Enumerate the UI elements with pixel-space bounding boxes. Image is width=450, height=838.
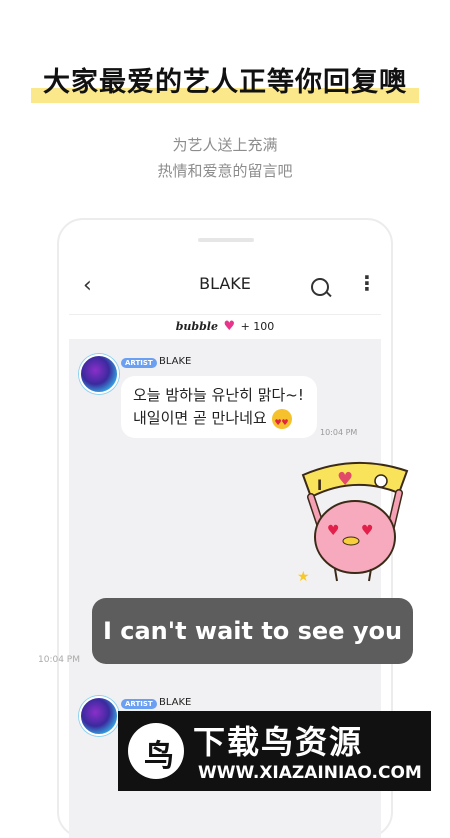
bubble-count-bar: bubble ♥ + 100: [69, 314, 381, 339]
svg-text:♥: ♥: [361, 523, 374, 539]
heart-eyes-emoji-icon: [271, 408, 292, 434]
watermark-banner: 鸟 下载鸟资源 WWW.XIAZAINIAO.COM: [118, 711, 431, 791]
svg-text:♥: ♥: [337, 469, 353, 490]
svg-text:I: I: [317, 478, 322, 494]
promo-subtitle-line1: 为艺人送上充满: [172, 136, 278, 154]
message-bubble: 오늘 밤하늘 유난히 맑다~! 내일이면 곧 만나네요: [121, 376, 317, 438]
reply-bubble: I can't wait to see you: [92, 598, 413, 664]
bubble-count: + 100: [240, 320, 275, 333]
artist-name: BLAKE: [159, 697, 192, 708]
chat-title: BLAKE: [199, 274, 251, 293]
logo-glyph: 鸟: [144, 739, 174, 774]
message-line-2: 내일이면 곧 만나네요: [133, 407, 305, 434]
phone-speaker: [198, 238, 254, 242]
bubble-brand: bubble: [175, 320, 218, 333]
message-time: 10:04 PM: [320, 428, 358, 437]
promo-subtitle-line2: 热情和爱意的留言吧: [157, 162, 293, 180]
search-icon[interactable]: [311, 278, 329, 296]
heart-icon: ♥: [223, 319, 236, 334]
watermark-title: 下载鸟资源: [193, 723, 364, 761]
artist-avatar[interactable]: [79, 696, 119, 736]
more-options-icon[interactable]: ⋮: [357, 272, 377, 294]
svg-text:♥: ♥: [327, 523, 340, 539]
promo-headline: 大家最爱的艺人正等你回复噢: [31, 60, 419, 103]
artist-badge: ARTIST: [121, 699, 157, 709]
watermark-url: WWW.XIAZAINIAO.COM: [198, 763, 422, 783]
promo-header: 大家最爱的艺人正等你回复噢: [0, 60, 450, 103]
message-line-2-text: 내일이면 곧 만나네요: [133, 409, 267, 427]
pink-character-sticker: I ♥ ♥ ♥ ★: [297, 461, 409, 585]
chat-app-bar: ‹ BLAKE ⋮: [69, 258, 381, 314]
artist-name: BLAKE: [159, 356, 192, 367]
svg-text:★: ★: [297, 569, 310, 585]
headline-text: 大家最爱的艺人正等你回复噢: [43, 67, 407, 98]
artist-avatar[interactable]: [79, 354, 119, 394]
message-line-1: 오늘 밤하늘 유난히 맑다~!: [133, 386, 304, 404]
bird-logo-icon: 鸟: [128, 723, 184, 779]
artist-badge: ARTIST: [121, 358, 157, 368]
reply-time: 10:04 PM: [38, 655, 80, 665]
